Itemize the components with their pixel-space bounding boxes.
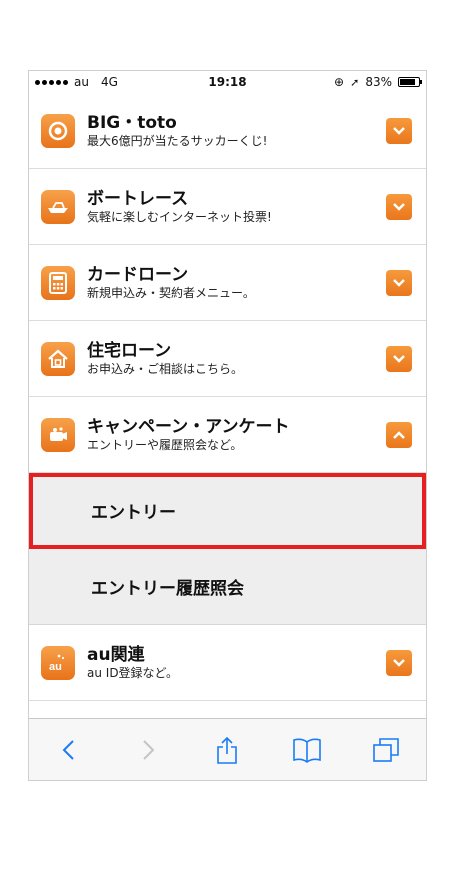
signal-icon <box>35 79 68 85</box>
menu-item-subtitle: エントリーや履歴照会など。 <box>87 437 243 452</box>
menu-item-subtitle: 新規申込み・契約者メニュー。 <box>87 285 255 300</box>
campaign-icon <box>41 417 75 452</box>
menu-item-bigtoto[interactable]: BIG・toto 最大6億円が当たるサッカーくじ! <box>29 93 426 169</box>
menu-item-title: カードローン <box>87 264 189 285</box>
boat-icon <box>41 189 75 224</box>
submenu-item-entry[interactable]: エントリー <box>29 473 426 549</box>
menu-item-homeloan[interactable]: 住宅ローン お申込み・ご相談はこちら。 <box>29 321 426 397</box>
forward-icon[interactable] <box>128 730 168 770</box>
network-label: 4G <box>100 75 118 89</box>
share-icon[interactable] <box>207 730 247 770</box>
carrier-label: au <box>74 75 89 89</box>
menu-item-title: キャンペーン・アンケート <box>87 416 290 437</box>
chevron-down-icon[interactable] <box>386 269 412 296</box>
menu-item-au[interactable]: au au関連 au ID登録など。 <box>29 625 426 701</box>
battery-icon <box>398 77 422 87</box>
menu-item-cardloan[interactable]: カードローン 新規申込み・契約者メニュー。 <box>29 245 426 321</box>
menu-item-title: ボートレース <box>87 188 189 209</box>
chevron-down-icon[interactable] <box>386 117 412 144</box>
menu-item-subtitle: 気軽に楽しむインターネット投票! <box>87 209 272 224</box>
status-left: au 4G <box>35 75 118 89</box>
phone-screen: au 4G 19:18 ⊕ ➚ 83% BIG・toto 最大6億円が当たるサッ… <box>28 70 427 781</box>
chevron-down-icon[interactable] <box>386 345 412 372</box>
orientation-lock-icon: ⊕ <box>334 75 345 89</box>
menu-item-title: 住宅ローン <box>87 340 172 361</box>
back-icon[interactable] <box>49 730 89 770</box>
bookmarks-icon[interactable] <box>287 730 327 770</box>
chevron-down-icon[interactable] <box>386 193 412 220</box>
status-bar: au 4G 19:18 ⊕ ➚ 83% <box>29 71 426 93</box>
menu-item-subtitle: お申込み・ご相談はこちら。 <box>87 361 244 376</box>
status-right: ⊕ ➚ 83% <box>334 75 422 89</box>
menu-item-subtitle: au ID登録など。 <box>87 665 178 680</box>
menu-item-title: au関連 <box>87 644 145 665</box>
target-icon <box>41 113 75 148</box>
location-icon: ➚ <box>350 75 360 89</box>
menu-list: BIG・toto 最大6億円が当たるサッカーくじ! ボートレース 気軽に楽しむイ… <box>29 93 426 718</box>
menu-item-campaign[interactable]: キャンペーン・アンケート エントリーや履歴照会など。 <box>29 397 426 473</box>
au-icon: au <box>41 645 75 680</box>
menu-item-title: BIG・toto <box>87 112 177 133</box>
svg-text:au: au <box>49 661 62 673</box>
tabs-icon[interactable] <box>366 730 406 770</box>
chevron-down-icon[interactable] <box>386 649 412 676</box>
house-icon <box>41 341 75 376</box>
battery-percent: 83% <box>365 75 392 89</box>
menu-item-subtitle: 最大6億円が当たるサッカーくじ! <box>87 133 268 148</box>
chevron-up-icon[interactable] <box>386 421 412 448</box>
menu-item-boatrace[interactable]: ボートレース 気軽に楽しむインターネット投票! <box>29 169 426 245</box>
submenu-item-entry-history[interactable]: エントリー履歴照会 <box>29 549 426 625</box>
calculator-icon <box>41 265 75 300</box>
browser-toolbar <box>29 718 426 780</box>
